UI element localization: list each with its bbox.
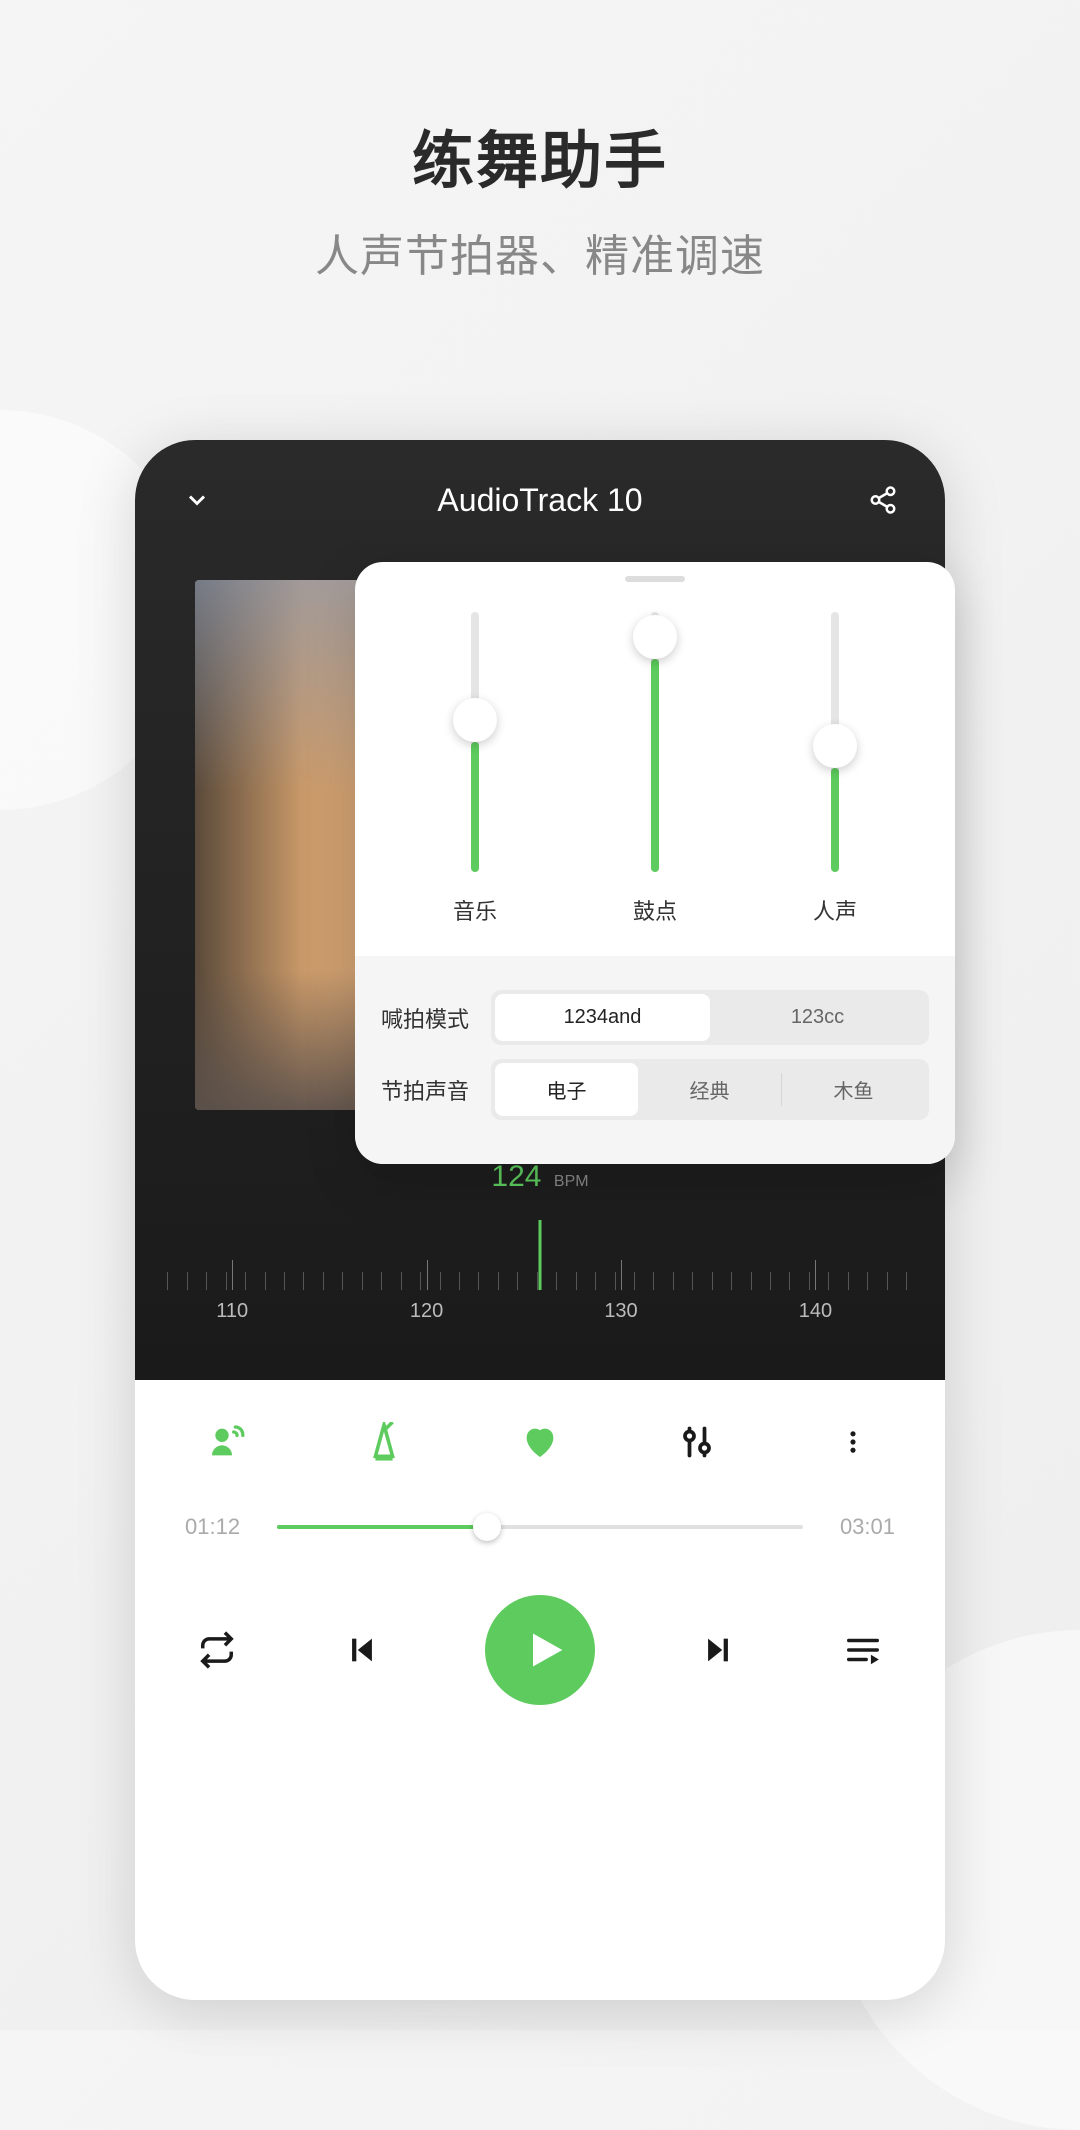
- progress-thumb[interactable]: [473, 1513, 501, 1541]
- metronome-icon: [366, 1422, 402, 1462]
- bpm-unit: BPM: [554, 1173, 589, 1191]
- volume-slider[interactable]: 鼓点: [595, 612, 715, 926]
- more-button[interactable]: [831, 1420, 875, 1464]
- mixer-popover: 音乐 鼓点 人声 喊拍模式 1234and123cc 节拍声音 电子经典木鱼: [355, 562, 955, 1164]
- sliders-icon: [679, 1422, 715, 1462]
- bpm-value: 124: [491, 1160, 541, 1194]
- progress-fill: [277, 1525, 487, 1529]
- bpm-ruler[interactable]: 110 120 130 140: [135, 1220, 945, 1320]
- page-subtitle: 人声节拍器、精准调速: [0, 220, 1080, 284]
- popover-handle[interactable]: [625, 576, 685, 582]
- slider-thumb[interactable]: [453, 698, 497, 742]
- volume-slider[interactable]: 音乐: [415, 612, 535, 926]
- play-button[interactable]: [485, 1595, 595, 1705]
- count-mode-label: 喊拍模式: [381, 1002, 491, 1034]
- player-controls: 01:12 03:01: [135, 1380, 945, 1755]
- total-time: 03:01: [825, 1514, 895, 1540]
- track-title: AudioTrack 10: [437, 482, 642, 519]
- segment-option[interactable]: 1234and: [495, 994, 710, 1041]
- ruler-ticks: 110120130140: [135, 1240, 945, 1290]
- share-button[interactable]: [861, 478, 905, 522]
- slider-label: 音乐: [453, 894, 497, 926]
- voice-icon: [207, 1422, 247, 1462]
- skip-back-icon: [345, 1633, 379, 1667]
- segment-option[interactable]: 电子: [495, 1063, 638, 1116]
- segment-option[interactable]: 123cc: [710, 994, 925, 1041]
- slider-label: 鼓点: [633, 894, 677, 926]
- elapsed-time: 01:12: [185, 1514, 255, 1540]
- heart-icon: [520, 1422, 560, 1462]
- repeat-icon: [198, 1631, 236, 1669]
- ruler-label: 110: [216, 1300, 248, 1323]
- beat-sound-row: 节拍声音 电子经典木鱼: [381, 1059, 929, 1120]
- playlist-button[interactable]: [841, 1628, 885, 1672]
- slider-thumb[interactable]: [813, 724, 857, 768]
- skip-forward-icon: [701, 1633, 735, 1667]
- collapse-button[interactable]: [175, 478, 219, 522]
- slider-label: 人声: [813, 894, 857, 926]
- bpm-display: 124 BPM: [135, 1160, 945, 1194]
- count-mode-row: 喊拍模式 1234and123cc: [381, 990, 929, 1045]
- beat-sound-label: 节拍声音: [381, 1074, 491, 1106]
- favorite-button[interactable]: [518, 1420, 562, 1464]
- progress-slider[interactable]: [277, 1525, 803, 1529]
- count-mode-segmented[interactable]: 1234and123cc: [491, 990, 929, 1045]
- chevron-down-icon: [183, 486, 211, 514]
- voice-count-button[interactable]: [205, 1420, 249, 1464]
- play-icon: [522, 1628, 566, 1672]
- previous-button[interactable]: [340, 1628, 384, 1672]
- player-header: AudioTrack 10: [135, 440, 945, 542]
- playlist-icon: [844, 1631, 882, 1669]
- share-icon: [868, 485, 898, 515]
- segment-option[interactable]: 经典: [638, 1063, 781, 1116]
- popover-settings: 喊拍模式 1234and123cc 节拍声音 电子经典木鱼: [355, 956, 955, 1164]
- transport-row: [185, 1595, 895, 1705]
- more-vertical-icon: [839, 1422, 867, 1462]
- volume-slider[interactable]: 人声: [775, 612, 895, 926]
- metronome-button[interactable]: [362, 1420, 406, 1464]
- ruler-label: 140: [799, 1300, 832, 1323]
- slider-group: 音乐 鼓点 人声: [355, 592, 955, 956]
- slider-thumb[interactable]: [633, 615, 677, 659]
- progress-row: 01:12 03:01: [185, 1514, 895, 1540]
- segment-option[interactable]: 木鱼: [782, 1063, 925, 1116]
- next-button[interactable]: [696, 1628, 740, 1672]
- repeat-button[interactable]: [195, 1628, 239, 1672]
- page-title: 练舞助手: [0, 110, 1080, 200]
- ruler-label: 130: [604, 1300, 637, 1323]
- ruler-label: 120: [410, 1300, 443, 1323]
- beat-sound-segmented[interactable]: 电子经典木鱼: [491, 1059, 929, 1120]
- mixer-button[interactable]: [675, 1420, 719, 1464]
- feature-icon-row: [185, 1420, 895, 1464]
